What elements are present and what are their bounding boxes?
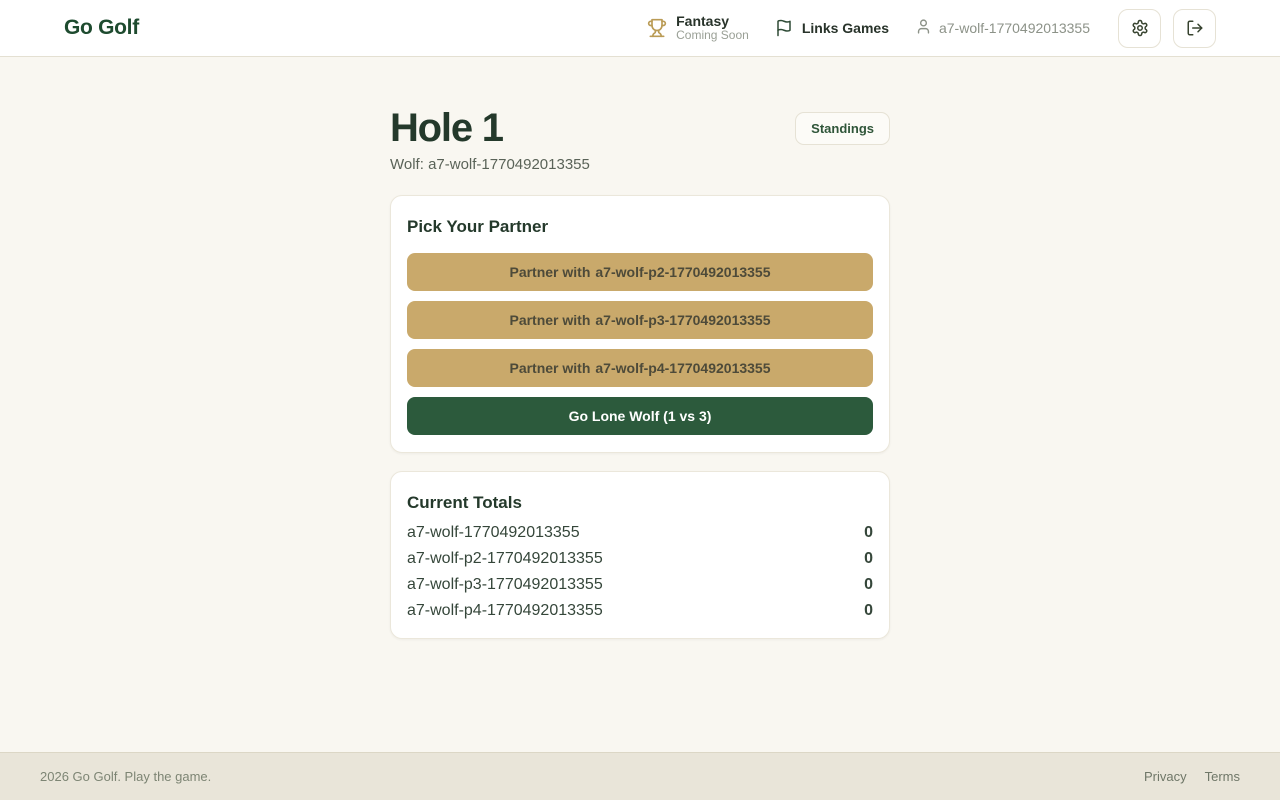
standings-button[interactable]: Standings xyxy=(795,112,890,145)
pick-partner-card: Pick Your Partner Partner with a7-wolf-p… xyxy=(390,195,890,453)
player-score: 0 xyxy=(864,524,873,542)
player-name: a7-wolf-p3-1770492013355 xyxy=(407,576,603,594)
terms-link[interactable]: Terms xyxy=(1205,769,1240,784)
flag-icon xyxy=(775,19,793,37)
logout-icon xyxy=(1186,19,1204,37)
totals-row: a7-wolf-p4-1770492013355 0 xyxy=(407,598,873,624)
totals-row: a7-wolf-1770492013355 0 xyxy=(407,520,873,546)
header-nav: Fantasy Coming Soon Links Games a7-wolf-… xyxy=(647,9,1216,48)
player-score: 0 xyxy=(864,576,873,594)
nav-item-fantasy[interactable]: Fantasy Coming Soon xyxy=(647,13,749,43)
fantasy-label: Fantasy xyxy=(676,13,749,29)
fantasy-sublabel: Coming Soon xyxy=(676,29,749,43)
brand-logo[interactable]: Go Golf xyxy=(64,16,139,40)
logout-button[interactable] xyxy=(1173,9,1216,48)
user-display: a7-wolf-1770492013355 xyxy=(915,18,1090,38)
copyright-text: 2026 Go Golf. Play the game. xyxy=(40,769,211,784)
app-header: Go Golf Fantasy Coming Soon xyxy=(0,0,1280,57)
player-name: a7-wolf-p2-1770492013355 xyxy=(407,550,603,568)
totals-row: a7-wolf-p2-1770492013355 0 xyxy=(407,546,873,572)
settings-button[interactable] xyxy=(1118,9,1161,48)
user-icon xyxy=(915,18,932,38)
wolf-subtitle: Wolf: a7-wolf-1770492013355 xyxy=(390,156,890,173)
page-title: Hole 1 xyxy=(390,105,503,151)
links-games-label: Links Games xyxy=(802,20,889,36)
player-score: 0 xyxy=(864,602,873,620)
partner-button-p3[interactable]: Partner with a7-wolf-p3-1770492013355 xyxy=(407,301,873,339)
partner-button-p2[interactable]: Partner with a7-wolf-p2-1770492013355 xyxy=(407,253,873,291)
player-name: a7-wolf-1770492013355 xyxy=(407,524,580,542)
pick-partner-heading: Pick Your Partner xyxy=(407,217,873,237)
app-footer: 2026 Go Golf. Play the game. Privacy Ter… xyxy=(0,752,1280,800)
partner-button-p4[interactable]: Partner with a7-wolf-p4-1770492013355 xyxy=(407,349,873,387)
go-lone-wolf-button[interactable]: Go Lone Wolf (1 vs 3) xyxy=(407,397,873,435)
player-score: 0 xyxy=(864,550,873,568)
trophy-icon xyxy=(647,18,667,38)
current-totals-card: Current Totals a7-wolf-1770492013355 0 a… xyxy=(390,471,890,639)
main-content: Hole 1 Standings Wolf: a7-wolf-177049201… xyxy=(390,57,890,752)
privacy-link[interactable]: Privacy xyxy=(1144,769,1187,784)
totals-row: a7-wolf-p3-1770492013355 0 xyxy=(407,572,873,598)
gear-icon xyxy=(1131,19,1149,37)
current-totals-heading: Current Totals xyxy=(407,493,873,513)
player-name: a7-wolf-p4-1770492013355 xyxy=(407,602,603,620)
user-name: a7-wolf-1770492013355 xyxy=(939,20,1090,36)
nav-item-links-games[interactable]: Links Games xyxy=(775,19,889,37)
